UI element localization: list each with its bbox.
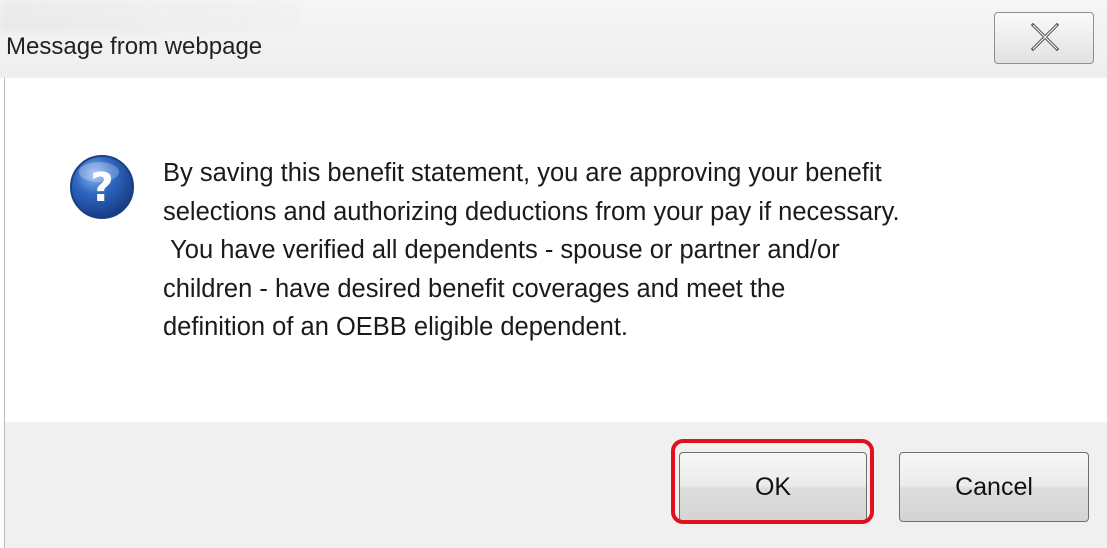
close-x-icon (1030, 22, 1060, 52)
svg-text:?: ? (90, 165, 113, 211)
ok-button[interactable]: OK (679, 452, 867, 522)
blurred-background (0, 0, 300, 32)
message-text: By saving this benefit statement, you ar… (163, 159, 900, 342)
message-dialog: Message from webpage ? By saving this be… (0, 0, 1107, 548)
dialog-title: Message from webpage (6, 33, 263, 60)
dialog-body: ? By saving this benefit statement, you … (4, 78, 1107, 422)
close-button[interactable] (994, 12, 1094, 64)
cancel-button[interactable]: Cancel (899, 452, 1089, 522)
button-bar: OK Cancel (4, 422, 1107, 548)
question-icon: ? (70, 155, 134, 219)
title-bar[interactable]: Message from webpage (0, 0, 1107, 78)
